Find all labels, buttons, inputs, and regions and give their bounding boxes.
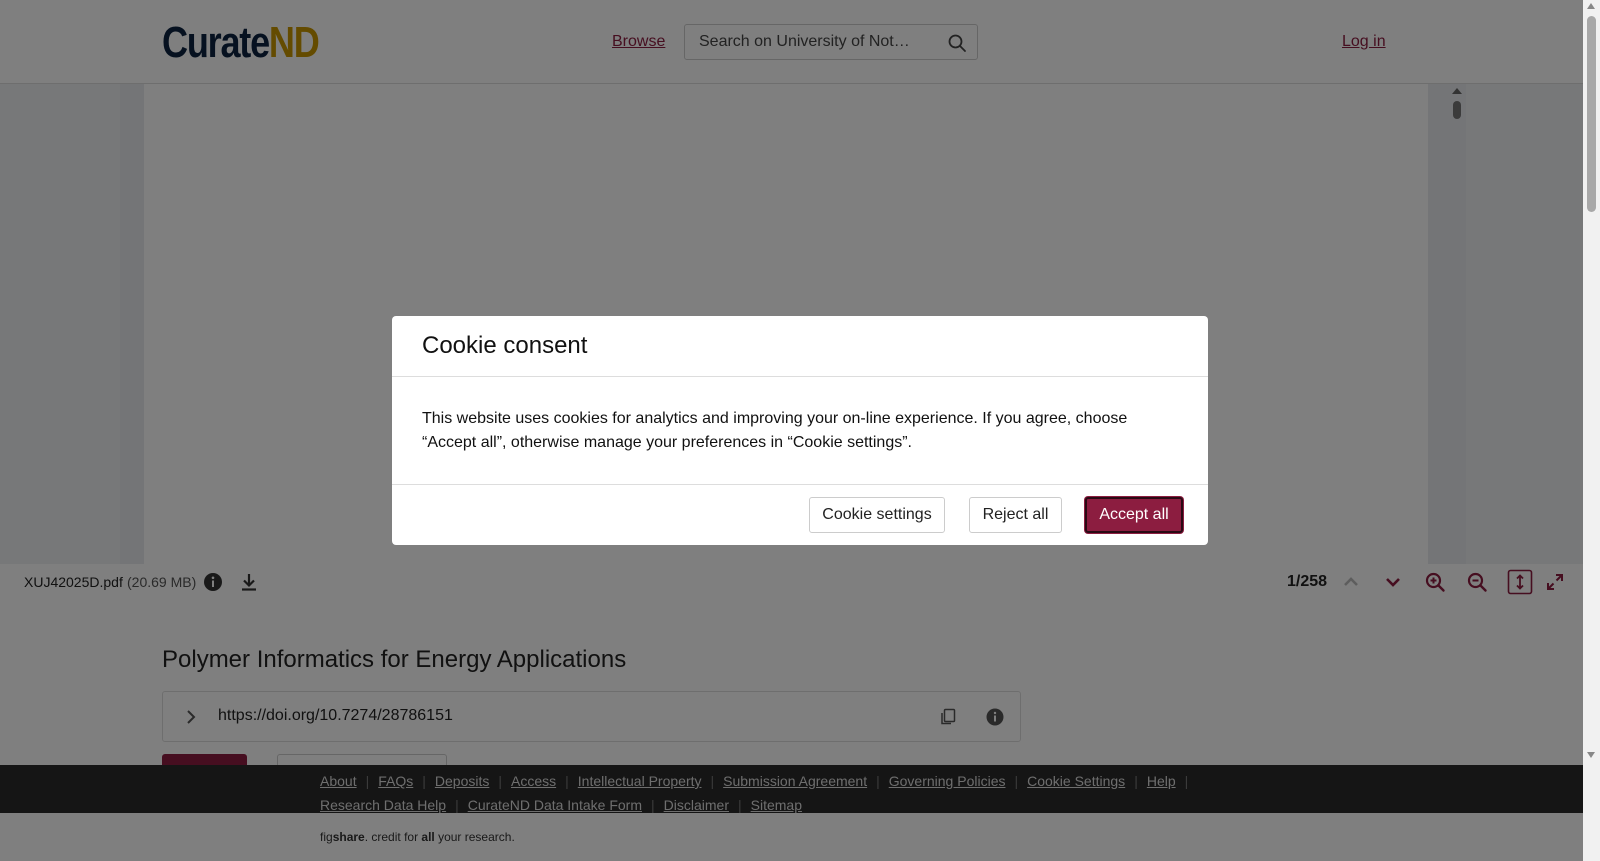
- page-scrollbar[interactable]: [1583, 0, 1600, 861]
- scroll-down-arrow-icon[interactable]: [1587, 752, 1595, 758]
- scroll-up-arrow-icon[interactable]: [1587, 3, 1595, 9]
- page-scroll-thumb[interactable]: [1587, 16, 1596, 212]
- cookie-settings-button[interactable]: Cookie settings: [809, 497, 945, 533]
- modal-title: Cookie consent: [422, 332, 588, 359]
- reject-all-button[interactable]: Reject all: [969, 497, 1062, 533]
- modal-header: Cookie consent: [392, 316, 1208, 377]
- modal-body-text: This website uses cookies for analytics …: [422, 410, 1128, 451]
- accept-all-button[interactable]: Accept all: [1085, 497, 1183, 533]
- cookie-consent-dialog: Cookie consent This website uses cookies…: [392, 316, 1208, 545]
- modal-footer: Cookie settings Reject all Accept all: [392, 484, 1208, 545]
